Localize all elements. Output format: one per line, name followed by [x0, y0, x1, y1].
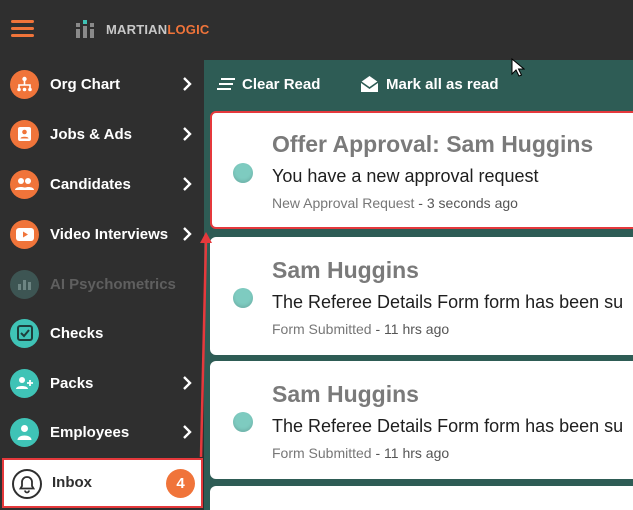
sidebar: Org Chart Jobs & Ads Candidates Video In…: [0, 60, 204, 510]
sidebar-item-ai-psychometrics: AI Psychometrics: [0, 260, 204, 308]
sidebar-item-label: Packs: [50, 374, 94, 392]
clear-read-button[interactable]: Clear Read: [217, 74, 320, 94]
chevron-right-icon: [183, 227, 192, 241]
notification-item-partial[interactable]: [210, 486, 633, 510]
checks-icon: [10, 318, 39, 348]
hamburger-menu-icon[interactable]: [11, 20, 34, 38]
chevron-right-icon: [183, 376, 192, 390]
notification-time: - 11 hrs ago: [371, 445, 450, 461]
notifications-toolbar: Clear Read Mark all as read: [204, 60, 633, 108]
notification-time: - 3 seconds ago: [414, 195, 518, 211]
video-icon: [10, 219, 39, 249]
sidebar-item-label: Employees: [50, 423, 130, 441]
logo-mark-icon: [76, 20, 94, 38]
top-bar: MARTIANLOGIC: [0, 0, 633, 60]
logo: MARTIANLOGIC: [76, 19, 210, 39]
notification-title: Sam Huggins: [272, 381, 419, 407]
inbox-count-badge: 4: [166, 469, 195, 498]
notification-type: Form Submitted: [272, 445, 372, 461]
sidebar-item-org-chart[interactable]: Org Chart: [0, 60, 204, 108]
psychometrics-icon: [10, 269, 39, 299]
sidebar-item-label: AI Psychometrics: [50, 275, 176, 293]
notification-meta: Form Submitted - 11 hrs ago: [272, 321, 449, 337]
notification-type: New Approval Request: [272, 195, 415, 211]
chevron-right-icon: [183, 77, 192, 91]
employees-icon: [10, 417, 39, 447]
notification-title: Offer Approval: Sam Huggins: [272, 131, 594, 157]
clear-list-icon: [217, 78, 235, 90]
candidates-icon: [10, 169, 39, 199]
unread-dot-icon: [233, 288, 253, 308]
chevron-right-icon: [183, 425, 192, 439]
open-envelope-icon: [360, 76, 379, 92]
chevron-right-icon: [183, 127, 192, 141]
packs-icon: [10, 368, 39, 398]
sidebar-item-candidates[interactable]: Candidates: [0, 160, 204, 208]
mark-all-read-label: Mark all as read: [386, 75, 499, 93]
unread-dot-icon: [233, 163, 253, 183]
unread-dot-icon: [233, 412, 253, 432]
notification-title: Sam Huggins: [272, 257, 419, 283]
sidebar-item-jobs-ads[interactable]: Jobs & Ads: [0, 110, 204, 158]
notification-item[interactable]: Sam Huggins The Referee Details Form for…: [210, 237, 633, 355]
bell-icon: [12, 469, 42, 499]
mark-all-read-button[interactable]: Mark all as read: [360, 74, 499, 94]
inbox-label: Inbox: [52, 474, 92, 491]
notification-message: You have a new approval request: [272, 166, 539, 186]
mouse-cursor-icon: [511, 58, 525, 77]
clear-read-label: Clear Read: [242, 75, 321, 93]
sidebar-item-employees[interactable]: Employees: [0, 408, 204, 456]
notification-time: - 11 hrs ago: [371, 321, 450, 337]
notification-type: Form Submitted: [272, 321, 372, 337]
sidebar-item-packs[interactable]: Packs: [0, 359, 204, 407]
org-chart-icon: [10, 69, 39, 99]
logo-text: MARTIANLOGIC: [106, 21, 210, 37]
sidebar-item-label: Candidates: [50, 175, 131, 193]
chevron-right-icon: [183, 177, 192, 191]
sidebar-item-inbox[interactable]: Inbox 4: [2, 458, 203, 508]
jobs-icon: [10, 119, 39, 149]
sidebar-item-label: Jobs & Ads: [50, 125, 132, 143]
notification-meta: Form Submitted - 11 hrs ago: [272, 445, 449, 461]
sidebar-item-video-interviews[interactable]: Video Interviews: [0, 210, 204, 258]
notification-item[interactable]: Offer Approval: Sam Huggins You have a n…: [210, 111, 633, 229]
sidebar-item-checks[interactable]: Checks: [0, 309, 204, 357]
notification-item[interactable]: Sam Huggins The Referee Details Form for…: [210, 361, 633, 479]
notifications-panel: Clear Read Mark all as read Offer Approv…: [204, 60, 633, 510]
sidebar-item-label: Checks: [50, 324, 104, 342]
notification-meta: New Approval Request - 3 seconds ago: [272, 195, 518, 211]
notification-message: The Referee Details Form form has been s…: [272, 292, 624, 312]
sidebar-item-label: Video Interviews: [50, 225, 169, 243]
sidebar-item-label: Org Chart: [50, 75, 121, 93]
notification-message: The Referee Details Form form has been s…: [272, 416, 624, 436]
